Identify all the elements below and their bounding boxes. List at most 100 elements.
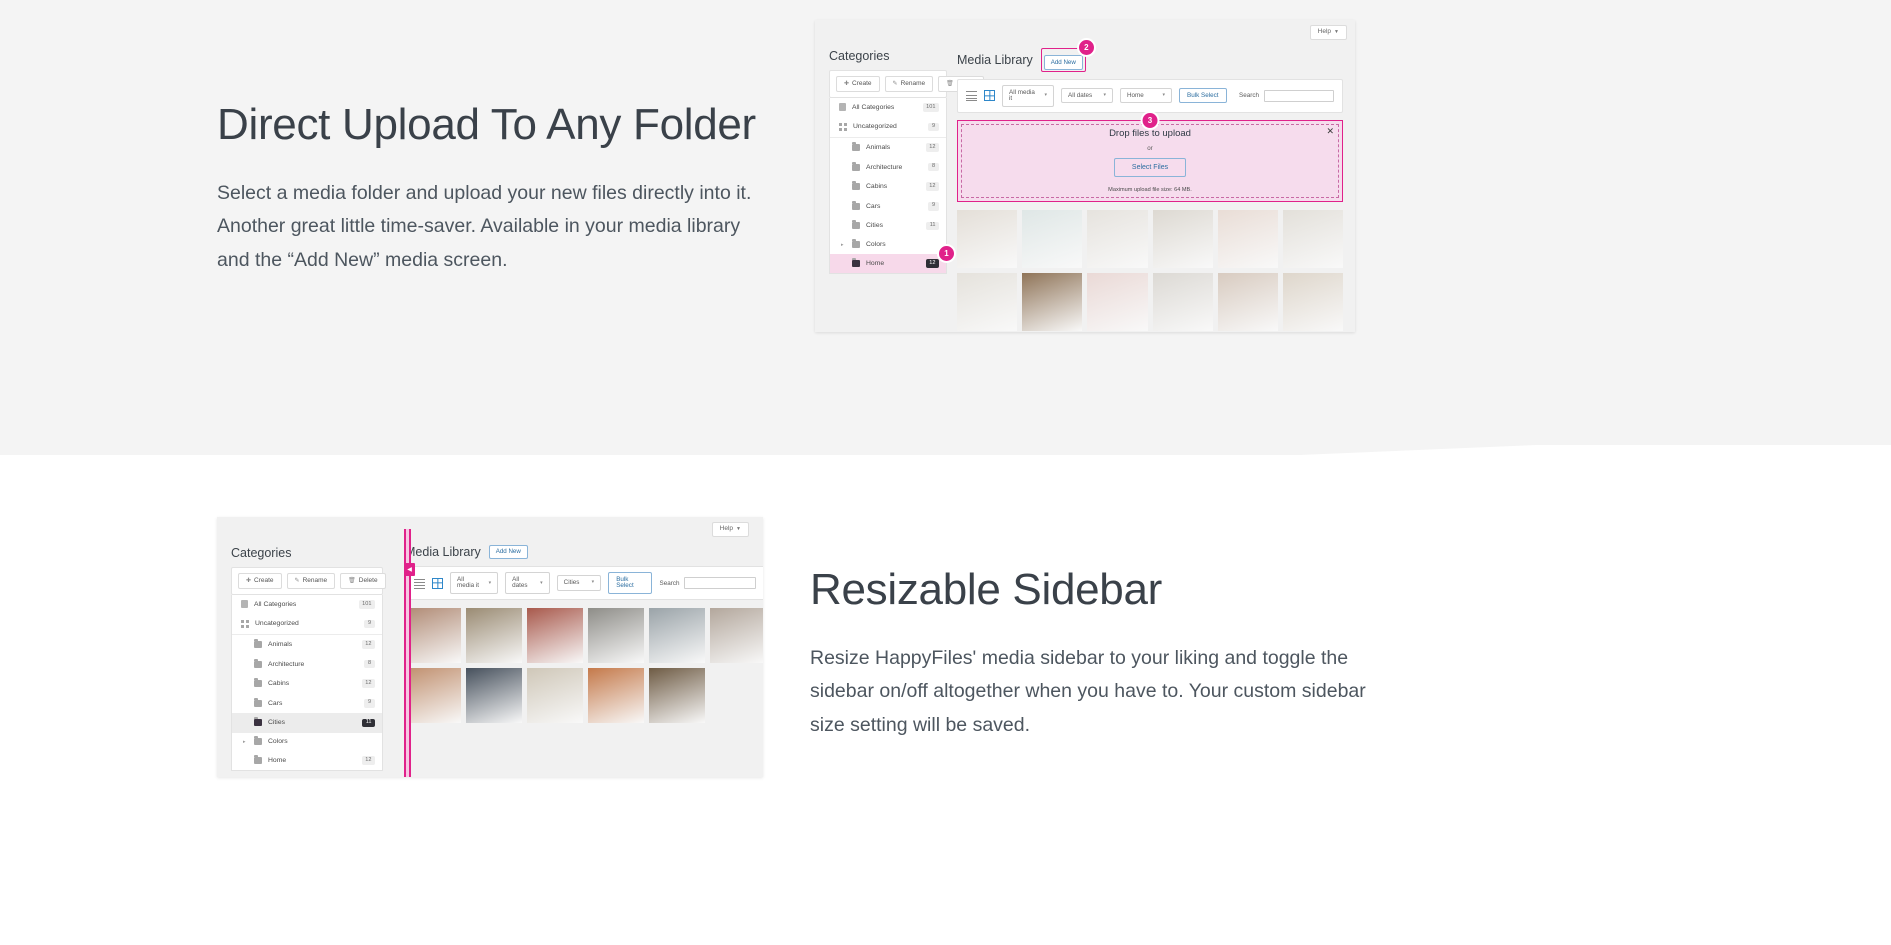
plus-circle-icon: ✚ (844, 80, 850, 87)
folder-value: Cities (563, 578, 580, 586)
add-new-button[interactable]: Add New (488, 545, 528, 560)
category-label: Uncategorized (255, 620, 299, 628)
close-icon[interactable]: ✕ (1326, 126, 1334, 136)
category-label: Cabins (866, 183, 888, 191)
media-thumbnail[interactable] (1282, 272, 1343, 331)
mockup-resizable-sidebar: Help ▼ Categories ✚ Create ✎ Rename 🗑 De… (217, 517, 763, 777)
media-thumbnail[interactable] (587, 667, 644, 723)
media-thumbnail[interactable] (957, 272, 1018, 331)
media-thumbnail[interactable] (1217, 272, 1278, 331)
grid-view-icon[interactable] (432, 577, 443, 589)
category-count-badge: 12 (925, 143, 939, 152)
category-row[interactable]: All Categories 101 (830, 98, 946, 118)
grid-view-icon[interactable] (984, 90, 995, 102)
collapse-left-icon[interactable]: ◀ (404, 563, 415, 576)
delete-button[interactable]: 🗑 Delete (340, 573, 386, 589)
help-button[interactable]: Help ▼ (711, 522, 749, 537)
category-row[interactable]: Animals 12 (830, 136, 946, 158)
help-button[interactable]: Help ▼ (1309, 25, 1347, 40)
grid-icon (839, 122, 847, 131)
rename-button[interactable]: ✎ Rename (286, 573, 336, 589)
category-row[interactable]: Home 12 (232, 751, 382, 771)
media-thumbnail[interactable] (1282, 209, 1343, 268)
mockup1-media-header: Media Library Add New 2 (957, 40, 1343, 79)
bulk-select-button[interactable]: Bulk Select (1179, 88, 1227, 104)
plus-circle-icon: ✚ (246, 577, 252, 584)
category-label: Animals (268, 640, 293, 648)
media-type-select[interactable]: All media it ▾ (450, 572, 499, 594)
media-thumbnail[interactable] (526, 607, 583, 663)
category-row[interactable]: ▸ Colors (830, 236, 946, 254)
folder-icon (254, 736, 262, 746)
category-count-badge: 12 (925, 182, 939, 191)
list-view-icon[interactable] (414, 577, 425, 589)
media-thumbnail[interactable] (405, 607, 461, 663)
rename-button[interactable]: ✎ Rename (884, 76, 934, 92)
folder-select[interactable]: Cities ▾ (556, 575, 602, 591)
media-thumbnail[interactable] (405, 667, 461, 723)
category-row[interactable]: Home 12 1 (830, 245, 954, 274)
category-count-badge: 101 (358, 600, 375, 609)
media-thumbnail[interactable] (1087, 209, 1148, 268)
category-row[interactable]: Cabins 12 (232, 674, 382, 694)
category-row[interactable]: ▸ Colors (232, 733, 382, 751)
category-row[interactable]: Uncategorized 9 (232, 614, 382, 634)
category-label: Cars (268, 699, 283, 707)
media-thumbnail[interactable] (1152, 209, 1213, 268)
media-thumbnail[interactable] (587, 607, 644, 663)
category-row[interactable]: Animals 12 (232, 633, 382, 655)
category-label: Cities (268, 719, 285, 727)
bulk-select-button[interactable]: Bulk Select (608, 572, 653, 594)
dropzone-or-label: or (1147, 145, 1153, 153)
category-row[interactable]: Cabins 12 (830, 177, 946, 197)
search-input[interactable] (1264, 89, 1334, 102)
date-select[interactable]: All dates ▾ (505, 572, 550, 594)
add-new-button[interactable]: Add New (1043, 55, 1083, 70)
search-label: Search (659, 579, 680, 587)
list-view-icon[interactable] (966, 90, 977, 102)
media-thumbnail[interactable] (648, 607, 705, 663)
chevron-down-icon: ▾ (591, 579, 595, 586)
category-row[interactable]: All Categories 101 (232, 595, 382, 615)
media-thumbnail[interactable] (709, 607, 763, 663)
category-row[interactable]: Cars 9 (232, 693, 382, 713)
media-thumbnail[interactable] (1152, 272, 1213, 331)
media-thumbnail[interactable] (465, 607, 522, 663)
media-thumbnail[interactable] (1022, 209, 1083, 268)
category-row[interactable]: Cities 11 (830, 216, 946, 236)
folder-select[interactable]: Home ▾ (1120, 88, 1172, 104)
sidebar-resize-handle[interactable]: ◀ (404, 529, 415, 777)
mockup2-category-list: All Categories 101 Uncategorized 9 Animals 12… (231, 594, 383, 772)
category-count-badge: 8 (364, 659, 375, 669)
mockup1-media-panel: Media Library Add New 2 All media it ▾ A… (957, 40, 1355, 331)
category-row[interactable]: Architecture 8 (830, 157, 946, 177)
create-label: Create (852, 79, 872, 87)
upload-dropzone[interactable]: 3 ✕ Drop files to upload or Select Files… (957, 112, 1343, 202)
media-thumbnail[interactable] (648, 667, 705, 723)
create-button[interactable]: ✚ Create (238, 573, 282, 589)
media-thumbnail[interactable] (1022, 272, 1083, 331)
create-button[interactable]: ✚ Create (836, 76, 880, 92)
search-input[interactable] (684, 577, 757, 589)
category-row[interactable]: Cities 11 (232, 713, 382, 733)
pencil-icon: ✎ (892, 80, 898, 87)
media-thumbnail[interactable] (1087, 272, 1148, 331)
category-row[interactable]: Cars 9 (830, 196, 946, 216)
expand-arrow-icon[interactable]: ▸ (841, 242, 844, 248)
folder-icon (254, 638, 262, 648)
media-thumbnail[interactable] (957, 209, 1018, 268)
category-row[interactable]: Architecture 8 (232, 654, 382, 674)
folder-icon (852, 161, 860, 171)
category-row[interactable]: Uncategorized 9 (830, 117, 946, 137)
chevron-down-icon: ▼ (1334, 28, 1339, 35)
date-select[interactable]: All dates ▾ (1061, 88, 1113, 104)
media-type-select[interactable]: All media it ▾ (1002, 85, 1054, 107)
section-1-text: Direct Upload To Any Folder Select a med… (217, 100, 777, 277)
mockup2-body: Categories ✚ Create ✎ Rename 🗑 Delete Al… (217, 543, 763, 772)
folder-icon (852, 200, 860, 210)
media-thumbnail[interactable] (465, 667, 522, 723)
expand-arrow-icon[interactable]: ▸ (243, 739, 246, 745)
select-files-button[interactable]: Select Files (1113, 158, 1187, 178)
media-thumbnail[interactable] (1217, 209, 1278, 268)
media-thumbnail[interactable] (526, 667, 583, 723)
